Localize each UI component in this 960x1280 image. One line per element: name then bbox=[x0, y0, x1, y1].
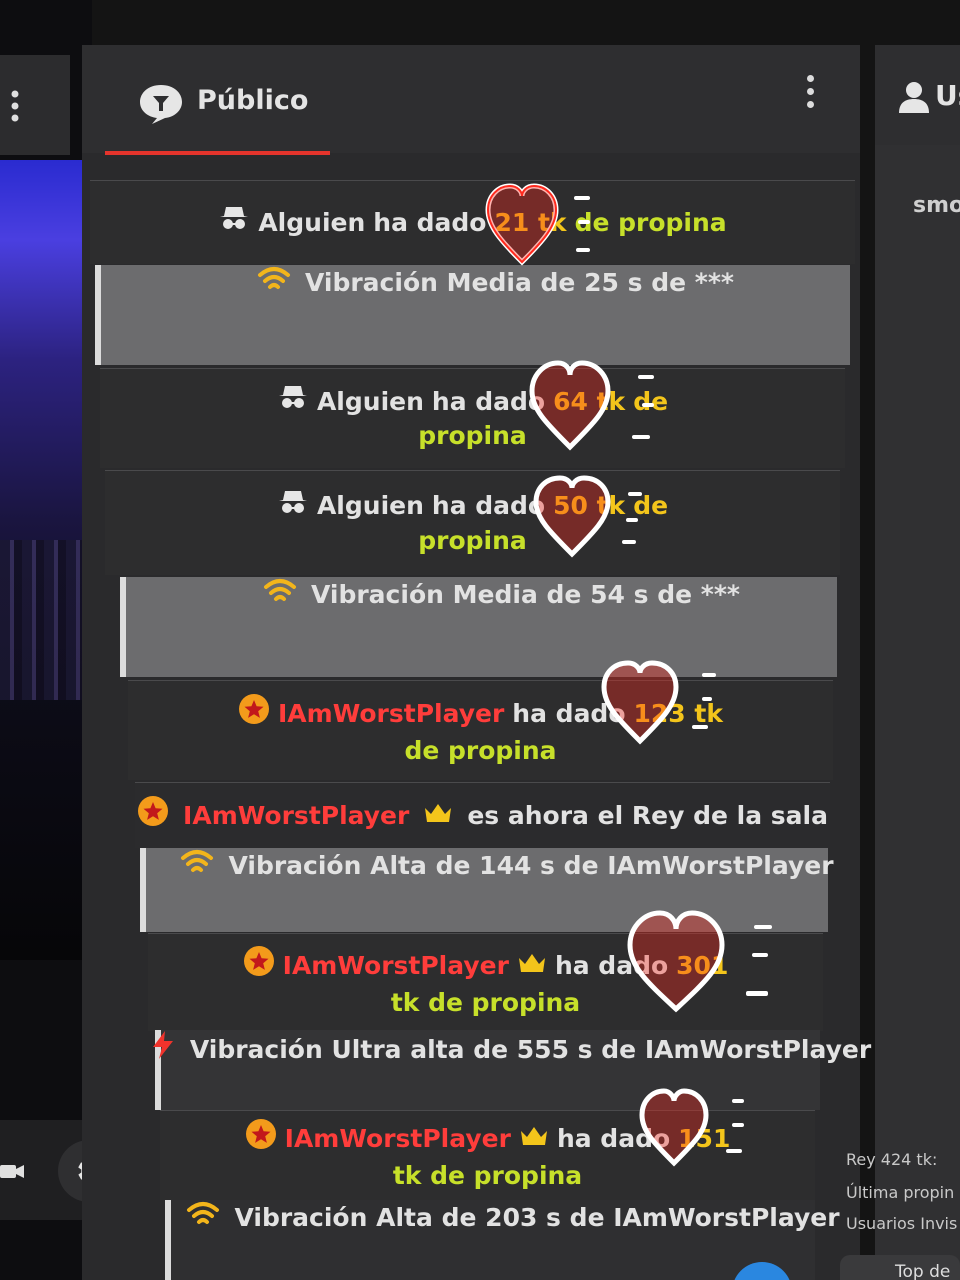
message-user[interactable]: IAmWorstPlayer bbox=[278, 697, 504, 731]
chat-message-tip: Alguien ha dado 64 tk de propina bbox=[100, 368, 845, 468]
vibration-de-2: de bbox=[563, 850, 599, 880]
vibration-de: de bbox=[473, 1034, 509, 1064]
message-user[interactable]: IAmWorstPlayer bbox=[183, 799, 409, 833]
chat-message-vibration: Vibración Media de 25 s de *** bbox=[95, 265, 850, 365]
vibration-user: IAmWorstPlayer bbox=[613, 1202, 840, 1232]
chat-menu-icon[interactable] bbox=[804, 75, 816, 115]
tip-suffix: tk de propina bbox=[390, 988, 581, 1017]
vibration-de-2: de bbox=[657, 579, 693, 609]
wifi-arcs-icon bbox=[263, 577, 297, 612]
user-entry[interactable]: smo bbox=[913, 193, 960, 218]
vibration-de: de bbox=[435, 850, 471, 880]
users-body: smo bbox=[875, 145, 960, 1280]
message-action: ha dado bbox=[431, 491, 546, 520]
users-title[interactable]: Us bbox=[935, 79, 960, 112]
invisible-users-info: Usuarios Invis bbox=[846, 1214, 958, 1233]
crown-icon bbox=[423, 799, 453, 833]
vibration-user: *** bbox=[700, 579, 741, 609]
heart-icon bbox=[529, 360, 654, 451]
message-user[interactable]: Alguien bbox=[258, 206, 365, 240]
hat-glasses-icon bbox=[218, 205, 250, 240]
vibration-de: de bbox=[546, 579, 582, 609]
heart-icon bbox=[601, 660, 716, 745]
vibration-user: IAmWorstPlayer bbox=[644, 1034, 872, 1064]
crown-icon bbox=[519, 1122, 549, 1156]
star-badge-icon bbox=[245, 1118, 277, 1159]
chat-bubble-icon bbox=[138, 83, 184, 125]
vibration-level: Media bbox=[452, 579, 538, 609]
heart-icon bbox=[639, 1088, 744, 1167]
vibration-duration: 25 s bbox=[584, 267, 643, 297]
video-menu-icon[interactable] bbox=[8, 88, 22, 128]
vibration-label: Vibración bbox=[228, 850, 362, 880]
vibration-duration: 203 s bbox=[485, 1202, 561, 1232]
vibration-label: Vibración bbox=[234, 1202, 368, 1232]
video-panel bbox=[0, 0, 92, 1280]
users-header: Us bbox=[875, 45, 960, 145]
message-user[interactable]: Alguien bbox=[317, 385, 424, 419]
crown-icon bbox=[517, 949, 547, 983]
tip-suffix-b: propina bbox=[418, 525, 527, 555]
active-tab-indicator bbox=[105, 151, 330, 155]
video-stream[interactable] bbox=[0, 160, 92, 960]
heart-icon bbox=[485, 183, 590, 266]
vibration-label: Vibración bbox=[189, 1034, 323, 1064]
king-info: Rey 424 tk: bbox=[846, 1150, 938, 1169]
vibration-duration: 555 s bbox=[516, 1034, 593, 1064]
top-tab-label[interactable]: Top de bbox=[895, 1262, 950, 1280]
king-text: es ahora el Rey de la sala bbox=[467, 800, 828, 830]
vibration-de-2: de bbox=[651, 267, 687, 297]
wifi-arcs-icon bbox=[186, 1200, 220, 1235]
user-icon bbox=[897, 79, 931, 117]
tip-suffix-b: propina bbox=[418, 421, 527, 450]
message-user[interactable]: Alguien bbox=[317, 489, 424, 523]
message-action: ha dado bbox=[373, 207, 487, 237]
hat-glasses-icon bbox=[277, 489, 309, 524]
chat-message-tip: Alguien ha dado 21 tk de propina bbox=[90, 180, 855, 264]
chat-message-tip: Alguien ha dado 50 tk de propina bbox=[105, 470, 840, 575]
star-badge-icon bbox=[238, 693, 270, 734]
users-panel: Us smo bbox=[875, 45, 960, 1280]
vibration-level: Alta bbox=[370, 850, 427, 880]
vibration-duration: 144 s bbox=[479, 850, 555, 880]
vibration-de: de bbox=[441, 1202, 477, 1232]
vibration-de: de bbox=[540, 267, 576, 297]
star-badge-icon bbox=[243, 945, 275, 986]
vibration-level: Ultra alta bbox=[331, 1034, 465, 1064]
vibration-de-2: de bbox=[569, 1202, 605, 1232]
tip-suffix: tk de propina bbox=[392, 1161, 583, 1190]
heart-icon bbox=[627, 910, 772, 1013]
last-tip-info: Última propin bbox=[846, 1183, 955, 1202]
chat-message-vibration: Vibración Media de 54 s de *** bbox=[120, 577, 837, 677]
wifi-arcs-icon bbox=[257, 265, 291, 300]
message-user[interactable]: IAmWorstPlayer bbox=[285, 1122, 511, 1156]
hat-glasses-icon bbox=[277, 384, 309, 419]
vibration-level: Media bbox=[446, 267, 532, 297]
message-user[interactable]: IAmWorstPlayer bbox=[283, 949, 509, 983]
heart-icon bbox=[533, 475, 642, 558]
vibration-user: *** bbox=[694, 267, 735, 297]
chat-title[interactable]: Público bbox=[197, 85, 308, 116]
vibration-user: IAmWorstPlayer bbox=[607, 850, 834, 880]
chat-message-king: IAmWorstPlayer es ahora el Rey de la sal… bbox=[135, 782, 830, 848]
chat-header: Público bbox=[82, 45, 860, 153]
vibration-label: Vibración bbox=[304, 267, 438, 297]
star-badge-icon bbox=[137, 795, 169, 836]
vibration-level: Alta bbox=[376, 1202, 433, 1232]
vibration-label: Vibración bbox=[310, 579, 444, 609]
vibration-de-2: de bbox=[601, 1034, 637, 1064]
video-background bbox=[0, 540, 92, 700]
chat-message-vibration: Vibración Alta de 203 s de IAmWorstPlaye… bbox=[165, 1200, 840, 1280]
vibration-duration: 54 s bbox=[590, 579, 649, 609]
tip-suffix: de propina bbox=[404, 736, 557, 765]
wifi-arcs-icon bbox=[180, 848, 214, 883]
camera-icon[interactable] bbox=[0, 1160, 24, 1182]
lightning-bolt-icon bbox=[150, 1030, 176, 1069]
